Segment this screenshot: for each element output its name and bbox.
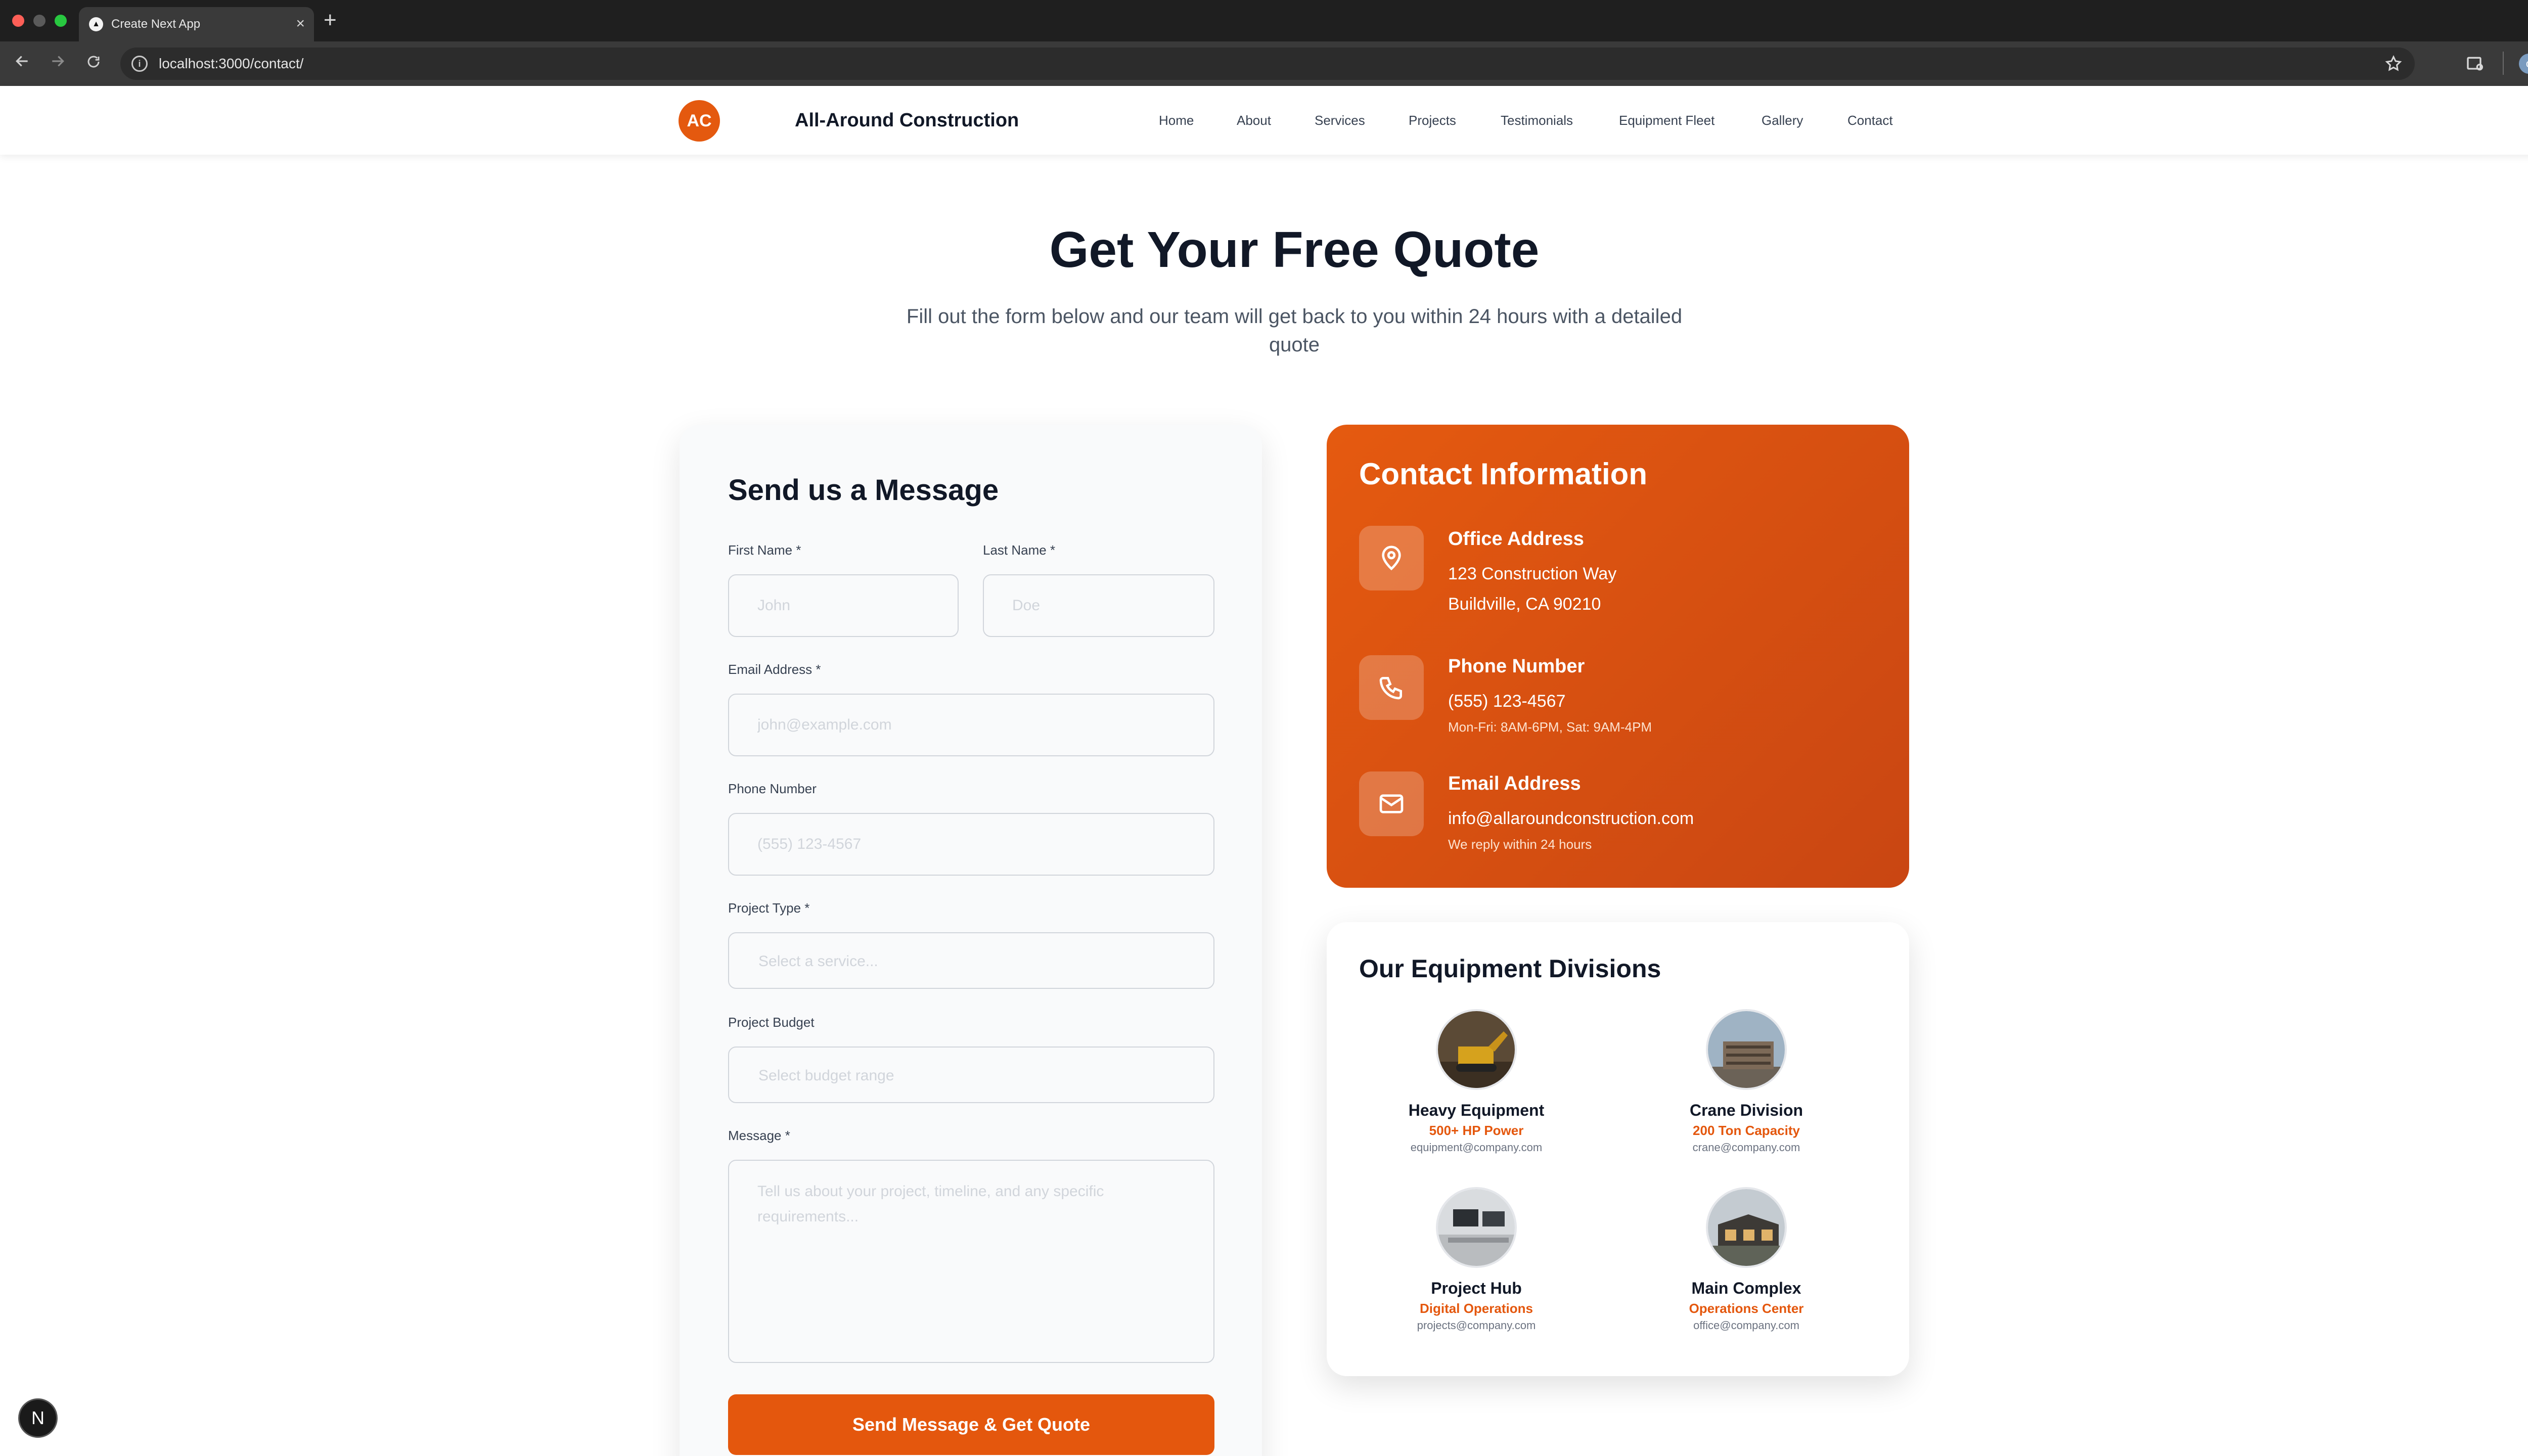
tab-title: Create Next App bbox=[111, 17, 201, 31]
budget-value: Select budget range bbox=[758, 1067, 894, 1084]
site-header: AC All-Around Construction Home About Se… bbox=[0, 86, 2528, 155]
form-title: Send us a Message bbox=[728, 474, 999, 507]
site-info-icon[interactable]: i bbox=[131, 56, 148, 72]
division-stat: Operations Center bbox=[1689, 1301, 1804, 1316]
division-name: Crane Division bbox=[1689, 1101, 1803, 1119]
message-label: Message * bbox=[728, 1128, 790, 1143]
first-name-field[interactable] bbox=[728, 574, 959, 637]
logo[interactable]: AC bbox=[679, 100, 720, 142]
quote-form: Send us a Message First Name * Last Name… bbox=[680, 425, 1262, 1456]
email-field[interactable] bbox=[728, 694, 1214, 756]
nav-about[interactable]: About bbox=[1237, 112, 1271, 128]
crane-division-image bbox=[1706, 1009, 1787, 1090]
reload-icon[interactable] bbox=[86, 53, 101, 75]
browser-toolbar: i localhost:3000/contact/ o bbox=[0, 41, 2528, 86]
office-address-line2: Buildville, CA 90210 bbox=[1448, 595, 1601, 614]
division-name: Heavy Equipment bbox=[1408, 1101, 1545, 1119]
mail-icon bbox=[1359, 771, 1424, 836]
map-pin-icon bbox=[1359, 526, 1424, 590]
phone-hours: Mon-Fri: 8AM-6PM, Sat: 9AM-4PM bbox=[1448, 719, 1652, 735]
phone-heading: Phone Number bbox=[1448, 656, 1585, 677]
email-note: We reply within 24 hours bbox=[1448, 837, 1592, 852]
division-email: crane@company.com bbox=[1692, 1141, 1800, 1154]
first-name-label: First Name * bbox=[728, 542, 801, 558]
favicon-icon: ▲ bbox=[89, 17, 103, 31]
phone-field[interactable] bbox=[728, 813, 1214, 876]
address-bar[interactable]: i localhost:3000/contact/ bbox=[120, 48, 2415, 80]
main-complex-image bbox=[1706, 1187, 1787, 1268]
email-value[interactable]: info@allaroundconstruction.com bbox=[1448, 804, 1694, 833]
email-heading: Email Address bbox=[1448, 773, 1581, 794]
division-item[interactable]: Main Complex Operations Center office@co… bbox=[1625, 1187, 1868, 1333]
project-hub-image bbox=[1436, 1187, 1517, 1268]
equipment-divisions-card: Our Equipment Divisions Heavy Equipment … bbox=[1327, 922, 1909, 1376]
message-field[interactable] bbox=[728, 1160, 1214, 1363]
contact-info-card: Contact Information Office Address 123 C… bbox=[1327, 425, 1909, 888]
browser-tab[interactable]: ▲ Create Next App × bbox=[79, 7, 314, 41]
phone-label: Phone Number bbox=[728, 781, 817, 796]
close-window-button[interactable] bbox=[12, 15, 24, 27]
nav-home[interactable]: Home bbox=[1159, 112, 1194, 128]
division-email: projects@company.com bbox=[1417, 1319, 1536, 1332]
phone-value[interactable]: (555) 123-4567 bbox=[1448, 687, 1566, 716]
equipment-divisions-title: Our Equipment Divisions bbox=[1359, 954, 1661, 983]
division-email: equipment@company.com bbox=[1410, 1141, 1543, 1154]
toolbar-divider bbox=[2503, 52, 2504, 75]
browser-tab-bar: ▲ Create Next App × + bbox=[0, 0, 2528, 41]
minimize-window-button[interactable] bbox=[33, 15, 46, 27]
division-stat: 500+ HP Power bbox=[1429, 1123, 1524, 1138]
heavy-equipment-image bbox=[1436, 1009, 1517, 1090]
back-icon[interactable] bbox=[14, 53, 30, 75]
project-type-label: Project Type * bbox=[728, 900, 810, 916]
division-stat: Digital Operations bbox=[1420, 1301, 1533, 1316]
nav-testimonials[interactable]: Testimonials bbox=[1501, 112, 1573, 128]
brand-name[interactable]: All-Around Construction bbox=[795, 109, 1019, 131]
project-type-select[interactable]: Select a service... bbox=[728, 932, 1214, 989]
email-label: Email Address * bbox=[728, 662, 821, 677]
url-text: localhost:3000/contact/ bbox=[159, 56, 304, 71]
nav-projects[interactable]: Projects bbox=[1409, 112, 1456, 128]
page-title: Get Your Free Quote bbox=[1049, 221, 1540, 278]
bookmark-star-icon[interactable] bbox=[2384, 55, 2403, 75]
last-name-field[interactable] bbox=[983, 574, 1214, 637]
division-item[interactable]: Crane Division 200 Ton Capacity crane@co… bbox=[1625, 1009, 1868, 1155]
nav-gallery[interactable]: Gallery bbox=[1762, 112, 1803, 128]
page-subtitle: Fill out the form below and our team wil… bbox=[906, 305, 1683, 356]
division-item[interactable]: Heavy Equipment 500+ HP Power equipment@… bbox=[1355, 1009, 1598, 1155]
division-item[interactable]: Project Hub Digital Operations projects@… bbox=[1355, 1187, 1598, 1333]
budget-select[interactable]: Select budget range bbox=[728, 1046, 1214, 1103]
last-name-label: Last Name * bbox=[983, 542, 1056, 558]
submit-button[interactable]: Send Message & Get Quote bbox=[728, 1394, 1214, 1455]
extensions-icon[interactable] bbox=[2465, 54, 2486, 76]
new-tab-button[interactable]: + bbox=[324, 9, 337, 31]
nextjs-dev-badge[interactable]: N bbox=[18, 1398, 58, 1438]
phone-icon bbox=[1359, 655, 1424, 720]
budget-label: Project Budget bbox=[728, 1015, 815, 1030]
division-name: Main Complex bbox=[1691, 1279, 1801, 1297]
division-name: Project Hub bbox=[1431, 1279, 1522, 1297]
forward-icon[interactable] bbox=[50, 53, 66, 75]
project-type-value: Select a service... bbox=[758, 953, 878, 970]
contact-info-title: Contact Information bbox=[1359, 457, 1647, 491]
division-email: office@company.com bbox=[1693, 1319, 1799, 1332]
nav-equipment-fleet[interactable]: Equipment Fleet bbox=[1619, 112, 1714, 128]
profile-avatar[interactable]: o bbox=[2519, 54, 2528, 74]
office-address-heading: Office Address bbox=[1448, 528, 1584, 550]
close-tab-icon[interactable]: × bbox=[296, 16, 305, 31]
maximize-window-button[interactable] bbox=[55, 15, 67, 27]
nav-contact[interactable]: Contact bbox=[1847, 112, 1893, 128]
nav-services[interactable]: Services bbox=[1315, 112, 1365, 128]
division-stat: 200 Ton Capacity bbox=[1693, 1123, 1800, 1138]
office-address-line1: 123 Construction Way bbox=[1448, 564, 1617, 583]
